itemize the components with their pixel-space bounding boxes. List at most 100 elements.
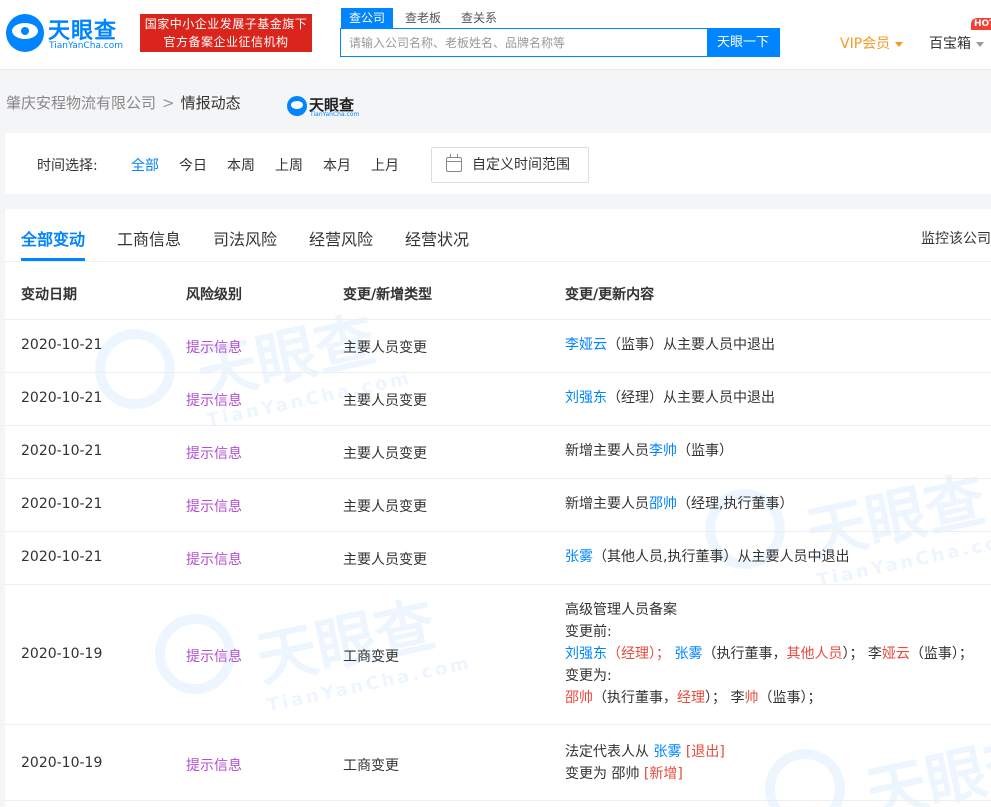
time-filter: 时间选择: 全部 今日 本周 上周 本月 上月 自定义时间范围 (5, 133, 991, 194)
search-tabs: 查公司 查老板 查关系 (341, 8, 509, 28)
person-link[interactable]: 张雾 (565, 549, 593, 565)
content-text: 变更为: (565, 668, 612, 684)
filter-option-today[interactable]: 今日 (179, 155, 207, 175)
content-line: 法定代表人从 张雾 [退出] (565, 741, 725, 763)
category-tabs: 全部变动 工商信息 司法风险 经营风险 经营状况 监控该公司 (5, 209, 991, 262)
filter-option-last-week[interactable]: 上周 (275, 155, 303, 175)
content-text: 变更前: (565, 624, 612, 640)
top-header: 天眼查 TianYanCha.com 国家中小企业发展子基金旗下 官方备案企业征… (0, 0, 991, 70)
content-text: 法定代表人从 (565, 744, 649, 760)
content-text: （执行董事， (593, 690, 677, 706)
table-row: 2020-10-21 提示信息 主要人员变更 张雾（其他人员,执行董事）从主要人… (5, 532, 991, 585)
change-date: 2020-10-21 (21, 496, 103, 512)
table-row: 2020-10-21 提示信息 主要人员变更 刘强东（经理）从主要人员中退出 (5, 373, 991, 426)
content-text: 新增主要人员 (565, 443, 649, 459)
risk-level[interactable]: 提示信息 (186, 646, 242, 666)
content-text: （监事）从主要人员中退出 (607, 337, 775, 353)
person-link[interactable]: 刘强东 (565, 646, 607, 662)
change-date: 2020-10-21 (21, 337, 103, 353)
filter-option-this-week[interactable]: 本周 (227, 155, 255, 175)
search-button[interactable]: 天眼一下 (707, 28, 779, 57)
eye-logo-icon (287, 96, 307, 116)
change-type: 主要人员变更 (343, 499, 427, 515)
content-text: 经理 (677, 690, 705, 706)
search-input[interactable] (341, 29, 709, 56)
change-content: 刘强东（经理）从主要人员中退出 (565, 387, 775, 409)
content-text: ）； (842, 646, 864, 662)
custom-range-button[interactable]: 自定义时间范围 (431, 147, 589, 183)
person-link[interactable]: 张雾 (674, 646, 702, 662)
monitor-company-button[interactable]: 监控该公司 (921, 228, 991, 248)
change-type: 主要人员变更 (343, 552, 427, 568)
search-tab-relation[interactable]: 查关系 (453, 8, 505, 28)
search-tab-boss[interactable]: 查老板 (397, 8, 449, 28)
change-type: 工商变更 (343, 758, 399, 774)
toolbox-menu[interactable]: 百宝箱 (929, 33, 984, 53)
person-link[interactable]: 李娅云 (565, 337, 607, 353)
risk-level[interactable]: 提示信息 (186, 755, 242, 775)
content-text: （监事）； (909, 646, 973, 662)
content-line: 高级管理人员备案 (565, 599, 973, 621)
person-link[interactable]: 邵帅 (565, 690, 593, 706)
change-date: 2020-10-21 (21, 390, 103, 406)
content-line: 变更前: (565, 621, 973, 643)
content-text: 高级管理人员备案 (565, 602, 677, 618)
content-text: 李 (730, 690, 745, 706)
filter-label: 时间选择: (37, 158, 98, 174)
change-content: 法定代表人从 张雾 [退出] 变更为 邵帅 [新增] (565, 741, 725, 785)
tab-all-changes[interactable]: 全部变动 (21, 226, 85, 250)
active-tab-indicator (21, 258, 85, 261)
breadcrumb: 肇庆安程物流有限公司 > 情报动态 (6, 92, 241, 113)
content-text: （执行董事， (702, 646, 787, 662)
filter-option-all[interactable]: 全部 (131, 155, 159, 175)
risk-level[interactable]: 提示信息 (186, 496, 242, 516)
content-text: 新增主要人员 (565, 496, 649, 512)
content-text: ）； (705, 690, 726, 706)
risk-level[interactable]: 提示信息 (186, 337, 242, 357)
table-row: 2020-10-21 提示信息 主要人员变更 新增主要人员李帅（监事） (5, 426, 991, 479)
gov-badge-line1: 国家中小企业发展子基金旗下 (144, 17, 308, 31)
tab-operating-status[interactable]: 经营状况 (405, 226, 469, 250)
change-list-card: 天眼查 TianYanCha.com 天眼查 TianYanCha.com 天眼… (5, 209, 991, 807)
content-text: （监事）； (758, 690, 822, 706)
column-header-date: 变动日期 (21, 287, 77, 303)
search-tab-company[interactable]: 查公司 (341, 8, 394, 28)
tianyancha-logo[interactable]: 天眼查 TianYanCha.com (6, 12, 130, 56)
breadcrumb-company[interactable]: 肇庆安程物流有限公司 (6, 94, 156, 112)
vip-menu[interactable]: VIP会员 (840, 33, 904, 53)
risk-level[interactable]: 提示信息 (186, 549, 242, 569)
calendar-icon (446, 154, 462, 172)
toolbox-label: 百宝箱 (929, 36, 971, 52)
risk-level[interactable]: 提示信息 (186, 390, 242, 410)
tab-judicial-risk[interactable]: 司法风险 (213, 226, 277, 250)
table-row: 2020-10-21 提示信息 主要人员变更 新增主要人员邵帅（经理,执行董事） (5, 479, 991, 532)
content-line: 变更为 邵帅 [新增] (565, 763, 725, 785)
person-link[interactable]: 张雾 (653, 744, 681, 760)
table-row: 2020-10-21 提示信息 主要人员变更 李娅云（监事）从主要人员中退出 (5, 320, 991, 373)
person-link[interactable]: 李帅 (649, 443, 677, 459)
filter-option-this-month[interactable]: 本月 (323, 155, 351, 175)
content-text: （经理）； (607, 646, 670, 662)
new-tag: [新增] (643, 766, 683, 782)
change-content: 新增主要人员李帅（监事） (565, 440, 733, 462)
change-date: 2020-10-21 (21, 549, 103, 565)
column-header-content: 变更/更新内容 (565, 287, 655, 303)
gov-badge: 国家中小企业发展子基金旗下 官方备案企业征信机构 (140, 14, 312, 52)
content-text: （监事） (677, 443, 733, 459)
content-text: 娅云 (881, 646, 910, 662)
filter-option-last-month[interactable]: 上月 (371, 155, 399, 175)
change-date: 2020-10-19 (21, 755, 103, 771)
person-link[interactable]: 邵帅 (649, 496, 677, 512)
tab-business-info[interactable]: 工商信息 (117, 226, 181, 250)
change-type: 主要人员变更 (343, 446, 427, 462)
content-text: 变更为 (565, 766, 607, 782)
risk-level[interactable]: 提示信息 (186, 443, 242, 463)
breadcrumb-separator: > (162, 94, 175, 112)
content-text: 李 (867, 646, 882, 662)
content-text: 其他人员 (786, 646, 843, 662)
content-text: （经理）从主要人员中退出 (607, 390, 775, 406)
hot-badge: HOT (971, 18, 991, 30)
tab-operating-risk[interactable]: 经营风险 (309, 226, 373, 250)
person-link[interactable]: 刘强东 (565, 390, 607, 406)
change-type: 主要人员变更 (343, 340, 427, 356)
